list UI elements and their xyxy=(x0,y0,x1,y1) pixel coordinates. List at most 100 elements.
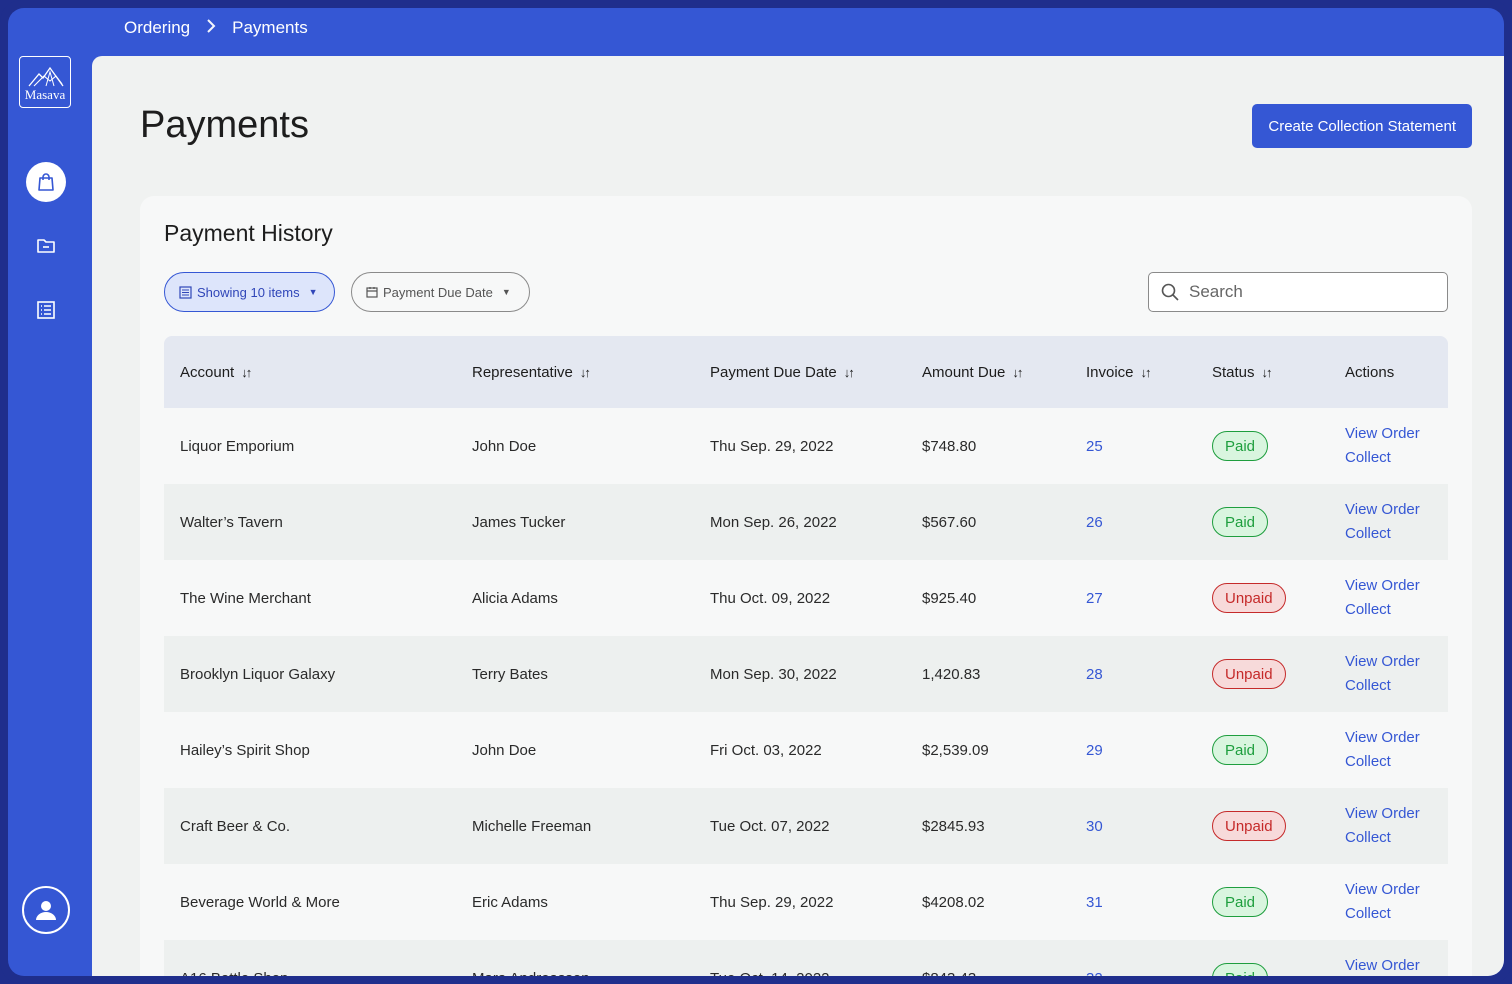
table-row: Craft Beer & Co. Michelle Freeman Tue Oct.… xyxy=(164,788,1448,864)
calendar-icon xyxy=(366,287,378,298)
status-cell: Unpaid xyxy=(1212,560,1286,636)
account-cell: The Wine Merchant xyxy=(180,589,311,607)
view-order-link[interactable]: View Order xyxy=(1345,576,1420,596)
column-invoice[interactable]: Invoice ↓↑ xyxy=(1086,336,1152,408)
due-date-cell: Mon Sep. 26, 2022 xyxy=(710,513,837,531)
status-cell: Paid xyxy=(1212,864,1269,940)
column-amount-due[interactable]: Amount Due ↓↑ xyxy=(922,336,1023,408)
column-invoice-label: Invoice xyxy=(1086,363,1134,381)
invoice-link[interactable]: 30 xyxy=(1086,818,1103,835)
column-account[interactable]: Account ↓↑ xyxy=(180,336,252,408)
invoice-link[interactable]: 32 xyxy=(1086,970,1103,977)
account-cell: A16 Bottle Shop xyxy=(180,940,288,977)
column-representative-label: Representative xyxy=(472,363,573,381)
showing-items-dropdown[interactable]: Showing 10 items ▼ xyxy=(164,272,335,312)
status-badge: Paid xyxy=(1212,507,1269,537)
invoice-cell: 31 xyxy=(1086,864,1103,940)
column-actions: Actions xyxy=(1345,336,1394,408)
table-row: Walter’s Tavern James Tucker Mon Sep. 26, … xyxy=(164,484,1448,560)
sort-icon: ↓↑ xyxy=(241,364,252,380)
due-date-cell: Thu Sep. 29, 2022 xyxy=(710,437,834,455)
create-collection-statement-button[interactable]: Create Collection Statement xyxy=(1252,104,1472,148)
amount-cell: $4208.02 xyxy=(922,893,985,911)
view-order-link[interactable]: View Order xyxy=(1345,956,1420,976)
status-cell: Paid xyxy=(1212,940,1269,976)
payment-due-date-dropdown[interactable]: Payment Due Date ▼ xyxy=(351,272,530,312)
invoice-link[interactable]: 31 xyxy=(1086,894,1103,911)
search-box xyxy=(1148,272,1448,312)
view-order-link[interactable]: View Order xyxy=(1345,500,1420,520)
sidebar-item-folder[interactable] xyxy=(26,226,66,266)
invoice-link[interactable]: 29 xyxy=(1086,742,1103,759)
invoice-link[interactable]: 25 xyxy=(1086,438,1103,455)
sort-icon: ↓↑ xyxy=(579,364,591,380)
status-cell: Paid xyxy=(1212,484,1269,560)
amount-cell: $2845.93 xyxy=(922,817,985,835)
search-input[interactable] xyxy=(1187,281,1431,303)
logo-text: Masava xyxy=(24,87,66,102)
view-order-link[interactable]: View Order xyxy=(1345,652,1420,672)
user-icon xyxy=(36,901,56,920)
breadcrumb-payments: Payments xyxy=(232,18,308,37)
chevron-right-icon xyxy=(206,19,216,37)
view-order-link[interactable]: View Order xyxy=(1345,880,1420,900)
account-cell: Walter’s Tavern xyxy=(180,513,283,531)
account-cell: Brooklyn Liquor Galaxy xyxy=(180,665,336,683)
collect-link[interactable]: Collect xyxy=(1345,524,1391,544)
table-row: A16 Bottle Shop Mara Andreasson Tue Oct. 1… xyxy=(164,940,1448,976)
sidebar-item-list[interactable] xyxy=(26,290,66,330)
sort-icon: ↓↑ xyxy=(843,364,855,380)
collect-link[interactable]: Collect xyxy=(1345,600,1391,620)
invoice-link[interactable]: 26 xyxy=(1086,514,1103,531)
invoice-cell: 26 xyxy=(1086,484,1103,560)
collect-link[interactable]: Collect xyxy=(1345,904,1391,924)
amount-cell: 1,420.83 xyxy=(922,665,981,683)
view-order-link[interactable]: View Order xyxy=(1345,424,1420,444)
app-shell: Ordering Payments Masava Payments Create… xyxy=(8,8,1504,976)
table-body: Liquor Emporium John Doe Thu Sep. 29, 2022… xyxy=(164,408,1448,976)
actions-cell: View Order Collect xyxy=(1345,636,1420,712)
showing-items-label: Showing 10 items xyxy=(197,284,300,300)
amount-cell: $843.43 xyxy=(922,940,976,977)
payment-history-panel: Payment History Showing 10 items ▼ Payme… xyxy=(140,196,1472,976)
actions-cell: View Order Collect xyxy=(1345,712,1420,788)
column-account-label: Account xyxy=(180,363,235,381)
status-badge: Paid xyxy=(1212,735,1269,765)
column-representative[interactable]: Representative ↓↑ xyxy=(472,336,591,408)
status-badge: Paid xyxy=(1212,963,1269,976)
masava-logo[interactable]: Masava xyxy=(19,56,71,108)
sidebar-item-orders[interactable] xyxy=(26,162,66,202)
amount-cell: $748.80 xyxy=(922,437,977,455)
status-cell: Paid xyxy=(1212,712,1269,788)
table-row: Liquor Emporium John Doe Thu Sep. 29, 2022… xyxy=(164,408,1448,484)
actions-cell: View Order Collect xyxy=(1345,408,1420,484)
due-date-cell: Tue Oct. 14, 2022 xyxy=(710,940,830,977)
representative-cell: John Doe xyxy=(472,741,537,759)
collect-link[interactable]: Collect xyxy=(1345,676,1391,696)
view-order-link[interactable]: View Order xyxy=(1345,804,1420,824)
due-date-cell: Thu Sep. 29, 2022 xyxy=(710,893,834,911)
representative-cell: Alicia Adams xyxy=(472,589,558,607)
invoice-link[interactable]: 28 xyxy=(1086,666,1103,683)
invoice-link[interactable]: 27 xyxy=(1086,590,1103,607)
profile-button[interactable] xyxy=(22,886,70,934)
table-row: Brooklyn Liquor Galaxy Terry Bates Mon Sep… xyxy=(164,636,1448,712)
actions-cell: View Order Collect xyxy=(1345,560,1420,636)
actions-cell: View Order Collect xyxy=(1345,864,1420,940)
breadcrumb-ordering[interactable]: Ordering xyxy=(124,18,190,38)
due-date-cell: Thu Oct. 09, 2022 xyxy=(710,589,831,607)
view-order-link[interactable]: View Order xyxy=(1345,728,1420,748)
column-status[interactable]: Status ↓↑ xyxy=(1212,336,1273,408)
collect-link[interactable]: Collect xyxy=(1345,828,1391,848)
panel-title: Payment History xyxy=(164,220,333,246)
account-cell: Hailey’s Spirit Shop xyxy=(180,741,310,759)
column-payment-due-date[interactable]: Payment Due Date ↓↑ xyxy=(710,336,855,408)
status-cell: Unpaid xyxy=(1212,788,1286,864)
representative-cell: Michelle Freeman xyxy=(472,817,592,835)
status-badge: Unpaid xyxy=(1212,659,1286,689)
collect-link[interactable]: Collect xyxy=(1345,752,1391,772)
status-badge: Unpaid xyxy=(1212,583,1286,613)
collect-link[interactable]: Collect xyxy=(1345,448,1391,468)
due-date-cell: Fri Oct. 03, 2022 xyxy=(710,741,822,759)
column-payment-due-date-label: Payment Due Date xyxy=(710,363,837,381)
